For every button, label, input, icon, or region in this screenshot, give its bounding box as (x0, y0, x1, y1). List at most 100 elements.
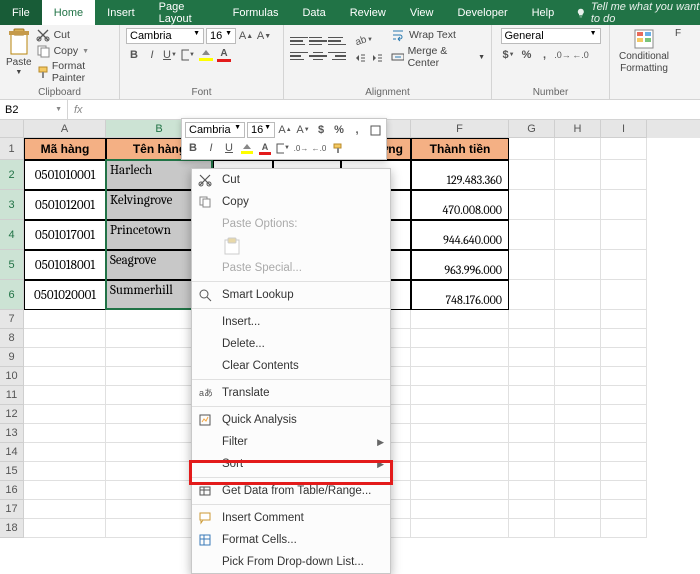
mini-decimal-dec-icon[interactable]: ←.0 (311, 140, 327, 156)
mini-fill-color-icon[interactable] (239, 140, 255, 156)
cell[interactable] (601, 329, 647, 348)
conditional-formatting-button[interactable]: Conditional Formatting (619, 28, 669, 74)
cell[interactable]: Mã hàng (24, 138, 106, 160)
percent-format-icon[interactable]: % (519, 47, 535, 63)
cell[interactable] (411, 386, 509, 405)
ctx-sort[interactable]: Sort▶ (192, 453, 390, 475)
cell[interactable] (24, 405, 106, 424)
cell[interactable] (509, 367, 555, 386)
cell[interactable]: 0501017001 (24, 220, 106, 250)
cell[interactable] (411, 481, 509, 500)
font-size-select[interactable]: 16▼ (206, 28, 236, 44)
row-header[interactable]: 3 (0, 190, 24, 220)
mini-underline-button[interactable]: U (221, 140, 237, 156)
cell[interactable] (509, 462, 555, 481)
tab-developer[interactable]: Developer (445, 0, 519, 25)
row-header[interactable]: 8 (0, 329, 24, 348)
mini-font-size[interactable]: 16▼ (247, 122, 275, 138)
cell[interactable] (555, 190, 601, 220)
ctx-get-data[interactable]: Get Data from Table/Range... (192, 480, 390, 502)
tab-page-layout[interactable]: Page Layout (147, 0, 221, 25)
align-left-icon[interactable] (290, 49, 308, 63)
cell[interactable] (555, 500, 601, 519)
cell[interactable]: 0501018001 (24, 250, 106, 280)
cell[interactable] (509, 220, 555, 250)
ctx-filter[interactable]: Filter▶ (192, 431, 390, 453)
col-header-h[interactable]: H (555, 120, 601, 138)
cell[interactable] (555, 138, 601, 160)
cell[interactable] (509, 160, 555, 190)
cell[interactable] (601, 138, 647, 160)
cell[interactable] (601, 190, 647, 220)
ctx-clear-contents[interactable]: Clear Contents (192, 355, 390, 377)
cell[interactable] (411, 443, 509, 462)
cell[interactable] (555, 250, 601, 280)
cell[interactable] (555, 329, 601, 348)
cell[interactable] (601, 500, 647, 519)
align-center-icon[interactable] (309, 49, 327, 63)
cell[interactable] (509, 443, 555, 462)
paste-button[interactable]: Paste ▼ (6, 28, 32, 76)
increase-indent-icon[interactable] (369, 50, 385, 66)
font-name-select[interactable]: Cambria▼ (126, 28, 204, 44)
cell[interactable] (509, 329, 555, 348)
cell[interactable] (601, 160, 647, 190)
mini-borders-icon[interactable] (367, 122, 383, 138)
cell[interactable] (411, 519, 509, 538)
mini-font-name[interactable]: Cambria▼ (185, 122, 245, 138)
italic-button[interactable]: I (144, 47, 160, 63)
format-as-table-partial[interactable]: F (673, 28, 683, 39)
cell[interactable] (555, 424, 601, 443)
cell[interactable] (509, 519, 555, 538)
row-header[interactable]: 16 (0, 481, 24, 500)
col-header-a[interactable]: A (24, 120, 106, 138)
cell[interactable]: 129.483.360 (411, 160, 509, 190)
mini-italic-button[interactable]: I (203, 140, 219, 156)
cell[interactable] (601, 519, 647, 538)
fx-icon[interactable]: fx (68, 104, 89, 116)
cell[interactable] (601, 348, 647, 367)
row-header[interactable]: 5 (0, 250, 24, 280)
number-format-select[interactable]: General▼ (501, 28, 601, 44)
row-header[interactable]: 14 (0, 443, 24, 462)
ctx-copy[interactable]: Copy (192, 191, 390, 213)
ctx-format-cells[interactable]: Format Cells... (192, 529, 390, 551)
row-header[interactable]: 6 (0, 280, 24, 310)
cell[interactable] (411, 310, 509, 329)
row-header[interactable]: 7 (0, 310, 24, 329)
cell[interactable] (24, 348, 106, 367)
mini-increase-font-icon[interactable]: A▲ (277, 122, 293, 138)
cell[interactable] (411, 329, 509, 348)
border-button[interactable]: ▼ (180, 47, 196, 63)
cell[interactable] (411, 405, 509, 424)
cell[interactable] (24, 462, 106, 481)
cell[interactable] (509, 500, 555, 519)
row-header[interactable]: 18 (0, 519, 24, 538)
cell[interactable] (509, 386, 555, 405)
cell[interactable]: 944.640.000 (411, 220, 509, 250)
cell[interactable] (555, 160, 601, 190)
mini-format-painter-icon[interactable] (329, 140, 345, 156)
mini-comma-icon[interactable]: , (349, 122, 365, 138)
cell[interactable]: 470.008.000 (411, 190, 509, 220)
cell[interactable] (555, 386, 601, 405)
align-middle-icon[interactable] (309, 34, 327, 48)
decrease-indent-icon[interactable] (352, 50, 368, 66)
cell[interactable] (509, 348, 555, 367)
format-painter-button[interactable]: Format Painter (36, 60, 113, 84)
cell[interactable] (601, 386, 647, 405)
cell[interactable] (555, 481, 601, 500)
tab-formulas[interactable]: Formulas (221, 0, 291, 25)
cell[interactable] (24, 443, 106, 462)
cell[interactable] (555, 348, 601, 367)
cell[interactable]: 963.996.000 (411, 250, 509, 280)
cell[interactable] (509, 310, 555, 329)
align-bottom-icon[interactable] (328, 34, 346, 48)
cell[interactable] (24, 481, 106, 500)
tab-view[interactable]: View (398, 0, 446, 25)
comma-format-icon[interactable]: , (537, 47, 553, 63)
cell[interactable]: Thành tiền (411, 138, 509, 160)
ctx-pick-list[interactable]: Pick From Drop-down List... (192, 551, 390, 573)
row-header[interactable]: 2 (0, 160, 24, 190)
cell[interactable] (601, 250, 647, 280)
